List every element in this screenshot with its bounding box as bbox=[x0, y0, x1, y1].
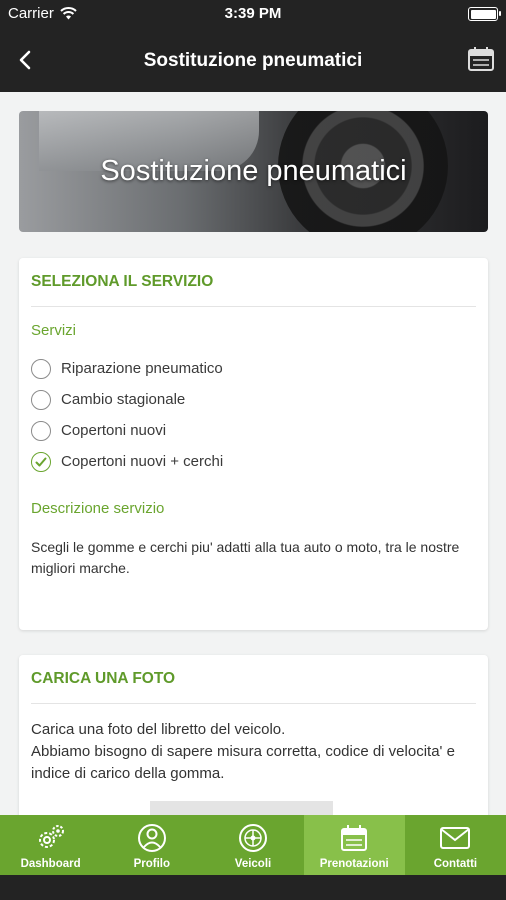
description-label: Descrizione servizio bbox=[31, 500, 165, 517]
clock: 3:39 PM bbox=[224, 5, 282, 22]
service-option-cambio-stagionale[interactable]: Cambio stagionale bbox=[31, 384, 223, 415]
home-indicator-area bbox=[0, 875, 506, 900]
description-text: Scegli le gomme e cerchi piu' adatti all… bbox=[31, 539, 460, 576]
service-option-copertoni-cerchi[interactable]: Copertoni nuovi + cerchi bbox=[31, 446, 223, 477]
tab-label: Prenotazioni bbox=[319, 858, 389, 870]
service-option-riparazione[interactable]: Riparazione pneumatico bbox=[31, 353, 223, 384]
services-radio-group: Riparazione pneumatico Cambio stagionale… bbox=[31, 353, 223, 477]
back-button[interactable] bbox=[12, 46, 40, 74]
checkmark-icon bbox=[35, 457, 47, 466]
tab-veicoli[interactable]: Veicoli bbox=[202, 815, 303, 875]
service-option-label: Riparazione pneumatico bbox=[61, 360, 223, 377]
battery-icon bbox=[468, 7, 501, 21]
radio-button-checked[interactable] bbox=[31, 451, 51, 472]
services-label: Servizi bbox=[31, 322, 77, 339]
calendar-icon bbox=[341, 825, 368, 851]
photo-card-header: CARICA UNA FOTO bbox=[31, 655, 476, 704]
envelope-icon bbox=[440, 827, 471, 849]
tab-contatti[interactable]: Contatti bbox=[405, 815, 506, 875]
radio-button[interactable] bbox=[31, 358, 51, 379]
radio-button[interactable] bbox=[31, 420, 51, 441]
calendar-button[interactable] bbox=[466, 44, 496, 74]
gears-icon bbox=[38, 825, 64, 848]
content-area[interactable]: Sostituzione pneumatici SELEZIONA IL SER… bbox=[0, 92, 506, 815]
photo-instructions-line1: Carica una foto del libretto del veicolo… bbox=[31, 721, 286, 738]
photo-card: CARICA UNA FOTO Carica una foto del libr… bbox=[19, 655, 488, 815]
hero-banner: Sostituzione pneumatici bbox=[19, 111, 488, 232]
service-option-copertoni-nuovi[interactable]: Copertoni nuovi bbox=[31, 415, 223, 446]
photo-instructions-line2: Abbiamo bisogno di sapere misura corrett… bbox=[31, 743, 455, 782]
tab-prenotazioni[interactable]: Prenotazioni bbox=[303, 815, 405, 875]
navigation-bar: Sostituzione pneumatici bbox=[0, 28, 506, 92]
tab-label: Dashboard bbox=[20, 858, 81, 870]
service-option-label: Copertoni nuovi + cerchi bbox=[61, 453, 224, 470]
tab-profilo[interactable]: Profilo bbox=[101, 815, 202, 875]
wheel-icon bbox=[239, 824, 267, 852]
tab-label: Contatti bbox=[433, 858, 478, 870]
battery-level bbox=[470, 9, 496, 19]
photo-card-body: Carica una foto del libretto del veicolo… bbox=[31, 719, 478, 785]
service-card: SELEZIONA IL SERVIZIO Servizi Riparazion… bbox=[19, 258, 488, 630]
photo-upload-area[interactable] bbox=[150, 801, 333, 815]
tab-label: Veicoli bbox=[234, 858, 272, 870]
page-title: Sostituzione pneumatici bbox=[143, 50, 363, 71]
service-option-label: Cambio stagionale bbox=[61, 391, 186, 408]
service-card-header: SELEZIONA IL SERVIZIO bbox=[31, 258, 476, 307]
tab-bar: Dashboard Profilo Veicoli Prenotazioni C… bbox=[0, 815, 506, 875]
user-icon bbox=[137, 824, 166, 852]
service-option-label: Copertoni nuovi bbox=[61, 422, 167, 439]
status-bar: Carrier 3:39 PM bbox=[0, 0, 506, 28]
tab-label: Profilo bbox=[133, 858, 171, 870]
chevron-left-icon bbox=[19, 50, 31, 70]
hero-title: Sostituzione pneumatici bbox=[100, 155, 407, 187]
calendar-icon bbox=[468, 47, 494, 71]
tab-dashboard[interactable]: Dashboard bbox=[0, 815, 101, 875]
radio-button[interactable] bbox=[31, 389, 51, 410]
